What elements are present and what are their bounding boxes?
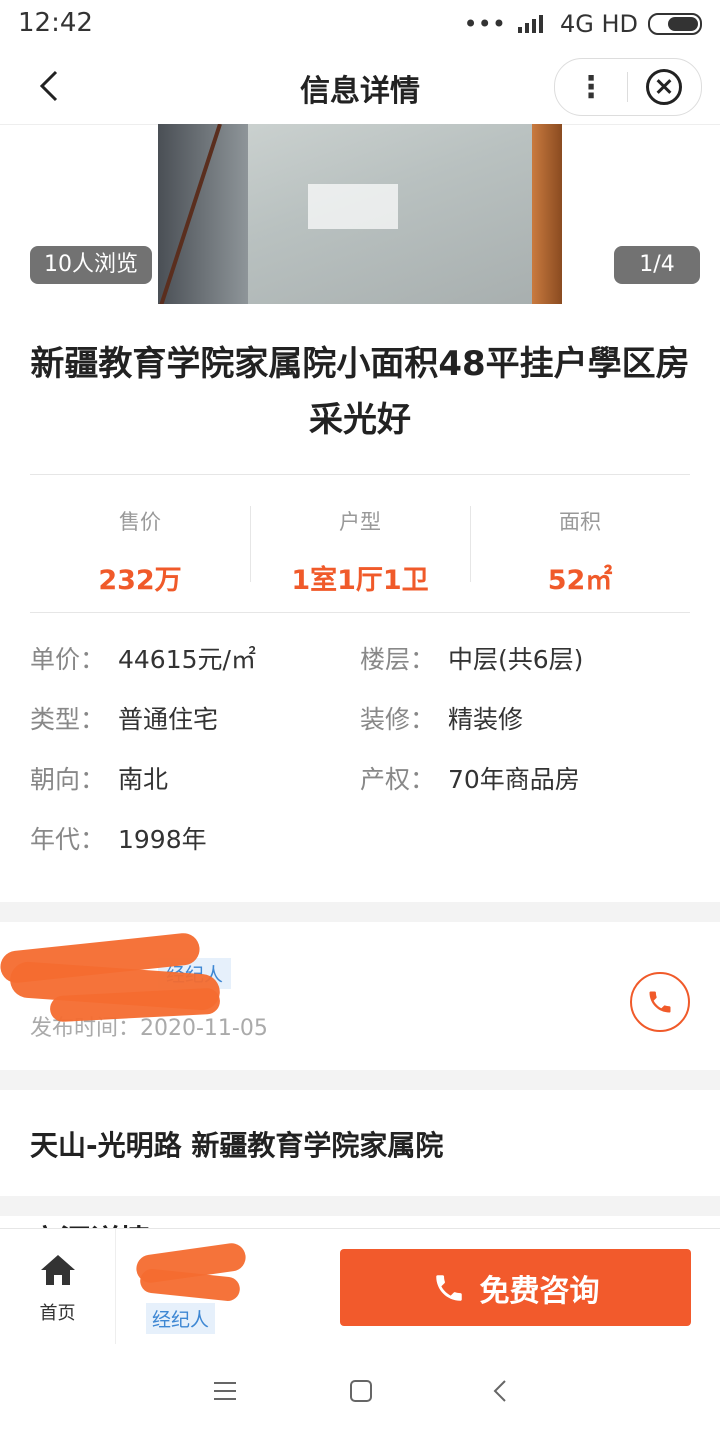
detail-value: 普通住宅 (118, 705, 219, 734)
menu-icon[interactable] (212, 1378, 238, 1404)
detail-floor: 楼层： 中层(共6层) (360, 640, 690, 676)
notification-dots: ••• (463, 10, 506, 38)
detail-type: 类型： 普通住宅 (30, 700, 360, 736)
home-icon (41, 1255, 75, 1285)
divider (30, 474, 690, 475)
phone-icon (435, 1274, 462, 1301)
mini-program-capsule: ⋮ (554, 58, 702, 116)
close-button[interactable] (628, 59, 700, 115)
agent-card: 经纪人 发布时间：2020-11-05 (0, 922, 720, 1070)
nav-bar: 信息详情 ⋮ (0, 50, 720, 125)
home-label: 首页 (39, 1303, 76, 1324)
detail-row: 单价： 44615元/㎡ 楼层： 中层(共6层) (30, 640, 690, 700)
agent-tag: 经纪人 (146, 1303, 216, 1334)
stat-price: 售价 232万 (30, 500, 250, 596)
stat-area: 面积 52㎡ (470, 500, 690, 596)
detail-value: 70年商品房 (448, 765, 580, 794)
system-nav-bar (0, 1344, 720, 1440)
back-nav-icon[interactable] (488, 1378, 514, 1404)
listing-photo[interactable] (158, 124, 562, 304)
detail-row: 年代： 1998年 (30, 820, 690, 880)
signal-icon (517, 15, 543, 33)
detail-value: 中层(共6层) (448, 645, 584, 674)
detail-key: 单价： (30, 645, 106, 674)
detail-key: 产权： (360, 765, 436, 794)
status-bar: 12:42 ••• 4G HD (0, 0, 720, 50)
detail-value: 44615元/㎡ (118, 645, 256, 674)
detail-key: 装修： (360, 705, 436, 734)
location-text: 天山-光明路 新疆教育学院家属院 (30, 1129, 444, 1162)
views-badge: 10人浏览 (30, 246, 152, 284)
detail-row: 类型： 普通住宅 装修： 精装修 (30, 700, 690, 760)
battery-icon (648, 13, 702, 35)
detail-value: 1998年 (118, 825, 207, 854)
stat-layout: 户型 1室1厅1卫 (250, 500, 470, 596)
home-button[interactable]: 首页 (0, 1229, 116, 1345)
detail-year: 年代： 1998年 (30, 820, 360, 856)
home-square-icon[interactable] (348, 1378, 374, 1404)
key-stats: 售价 232万 户型 1室1厅1卫 面积 52㎡ (30, 500, 690, 596)
detail-property-right: 产权： 70年商品房 (360, 760, 690, 796)
detail-key: 楼层： (360, 645, 436, 674)
detail-row: 朝向： 南北 产权： 70年商品房 (30, 760, 690, 820)
redaction-scribble (139, 1267, 241, 1303)
detail-key: 朝向： (30, 765, 106, 794)
consult-label: 免费咨询 (479, 1273, 600, 1309)
section-gap (0, 1070, 720, 1090)
stat-label: 面积 (559, 510, 601, 534)
stat-label: 户型 (339, 510, 381, 534)
detail-value: 精装修 (448, 705, 524, 734)
status-indicators: ••• 4G HD (463, 10, 702, 38)
bottom-action-bar: 首页 经纪人 免费咨询 (0, 1228, 720, 1345)
call-button[interactable] (630, 972, 690, 1032)
section-gap (0, 1196, 720, 1216)
detail-orientation: 朝向： 南北 (30, 760, 360, 796)
listing-title: 新疆教育学院家属院小面积48平挂户學区房 采光好 (30, 344, 690, 440)
property-details: 单价： 44615元/㎡ 楼层： 中层(共6层) 类型： 普通住宅 装修： 精装… (30, 640, 690, 880)
detail-decoration: 装修： 精装修 (360, 700, 690, 736)
section-gap (0, 902, 720, 922)
status-time: 12:42 (18, 8, 93, 38)
stat-value: 52㎡ (547, 565, 613, 596)
stat-value: 1室1厅1卫 (291, 565, 429, 596)
network-type: 4G HD (559, 10, 638, 38)
stat-label: 售价 (119, 510, 161, 534)
free-consult-button[interactable]: 免费咨询 (340, 1249, 691, 1326)
phone-icon (649, 991, 671, 1013)
stat-value: 232万 (98, 565, 182, 596)
divider (30, 612, 690, 613)
detail-value: 南北 (118, 765, 169, 794)
detail-key: 类型： (30, 705, 106, 734)
close-icon (646, 69, 682, 105)
detail-key: 年代： (30, 825, 106, 854)
photo-page-indicator: 1/4 (614, 246, 700, 284)
detail-unit-price: 单价： 44615元/㎡ (30, 640, 360, 676)
more-icon[interactable]: ⋮ (555, 59, 627, 115)
